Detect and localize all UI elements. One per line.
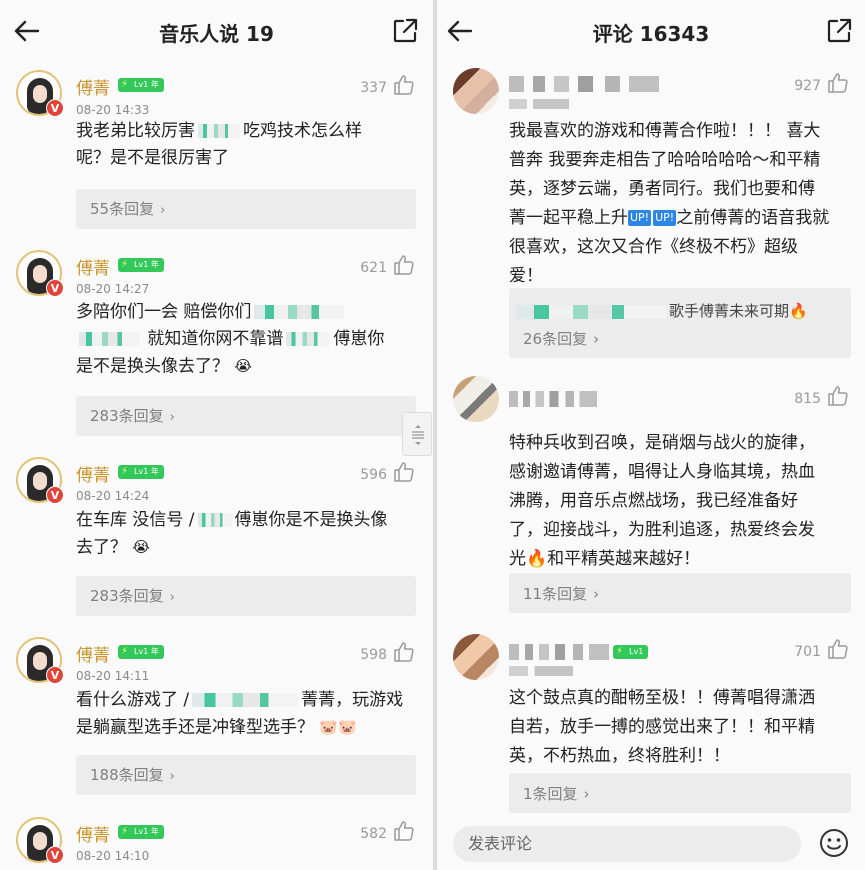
- lightning-icon: ⚡: [121, 259, 129, 270]
- lightning-icon: ⚡: [121, 826, 129, 837]
- like-count: 621: [360, 260, 387, 276]
- username[interactable]: 傅菁: [76, 254, 110, 279]
- comment-text: 我最喜欢的游戏和傅菁合作啦！！！ 喜大 普奔 我要奔走相告了哈哈哈哈哈～和平精 …: [509, 121, 830, 286]
- lightning-icon: ⚡: [616, 646, 624, 657]
- like-count: 337: [360, 80, 387, 96]
- chevron-right-icon: ›: [169, 769, 175, 784]
- avatar[interactable]: [453, 376, 499, 422]
- top-bar: 音乐人说 19: [0, 0, 433, 64]
- username-redacted: [509, 644, 609, 660]
- thumb-up-icon[interactable]: [827, 385, 849, 407]
- reply-count-box[interactable]: 1条回复 ›: [509, 773, 851, 813]
- level-badge: ⚡ Lv1 年: [118, 645, 164, 659]
- like-count: 701: [794, 644, 821, 660]
- username-redacted: [509, 76, 659, 92]
- comment-time: 08-20 14:33: [76, 103, 150, 117]
- comment-time: 08-20 14:24: [76, 489, 150, 503]
- verified-badge: V: [46, 666, 64, 684]
- avatar[interactable]: [453, 634, 499, 680]
- thumb-up-icon[interactable]: [393, 641, 415, 663]
- thumb-up-icon[interactable]: [393, 254, 415, 276]
- chevron-right-icon: ›: [169, 410, 175, 425]
- sub-reply-line: 歌手傅菁未来可期🔥: [513, 300, 808, 321]
- comment-time: 08-20 14:10: [76, 849, 150, 863]
- left-panel: 音乐人说 19 V 傅菁 ⚡ Lv1 年 08-20 14:33 337 我老弟比…: [0, 0, 433, 870]
- reply-count-button[interactable]: 283条回复 ›: [76, 396, 416, 436]
- chevron-right-icon: ›: [169, 590, 175, 605]
- reply-count-button[interactable]: 11条回复 ›: [523, 583, 599, 604]
- top-bar: 评论 16343: [437, 0, 865, 64]
- chevron-right-icon: ›: [593, 330, 600, 348]
- page-title: 评论 16343: [592, 22, 710, 46]
- like-count: 596: [360, 467, 387, 483]
- pig-emoji: 🐷🐷: [319, 718, 357, 736]
- comment-input[interactable]: 发表评论: [453, 826, 801, 862]
- username[interactable]: 傅菁: [76, 821, 110, 846]
- right-panel: 评论 16343 927 我最喜欢的游戏和傅菁合作啦！！！ 喜大 普奔 我要奔走…: [437, 0, 865, 870]
- page-title: 音乐人说 19: [159, 22, 274, 46]
- lightning-icon: ⚡: [121, 466, 129, 477]
- chevron-right-icon: ›: [583, 785, 590, 803]
- share-icon[interactable]: [391, 17, 419, 45]
- verified-badge: V: [46, 99, 64, 117]
- level-badge: ⚡ Lv1 年: [118, 825, 164, 839]
- drag-handle-icon: [412, 425, 424, 445]
- crying-emoji: 😭: [234, 357, 252, 375]
- time-redacted: [509, 99, 569, 109]
- like-count: 582: [360, 826, 387, 842]
- username-redacted: [509, 391, 597, 407]
- level-badge: ⚡ Lv1 年: [118, 258, 164, 272]
- lightning-icon: ⚡: [121, 79, 129, 90]
- comment-text: 看什么游戏了 / 菁菁，玩游戏 是躺赢型选手还是冲锋型选手？ 🐷🐷: [76, 687, 416, 742]
- reply-count-button[interactable]: 188条回复 ›: [76, 755, 416, 795]
- reply-count-button[interactable]: 1条回复 ›: [523, 783, 590, 804]
- thumb-up-icon[interactable]: [393, 461, 415, 483]
- reply-count-button[interactable]: 283条回复 ›: [76, 576, 416, 616]
- crying-emoji: 😭: [132, 538, 150, 556]
- comment-text: 这个鼓点真的酣畅至极！！傅菁唱得潇洒 自若，放手一搏的感觉出来了！！和平精 英，…: [509, 688, 815, 766]
- comment-text: 在车库 没信号 / 傅崽你是不是换头像 去了？ 😭: [76, 507, 416, 562]
- comment-input-bar: 发表评论: [437, 818, 865, 870]
- chevron-right-icon: ›: [160, 203, 166, 218]
- like-count: 927: [794, 78, 821, 94]
- reply-count-box[interactable]: 11条回复 ›: [509, 573, 851, 613]
- username[interactable]: 傅菁: [76, 74, 110, 99]
- scroll-handle[interactable]: [402, 412, 432, 456]
- thumb-up-icon[interactable]: [393, 820, 415, 842]
- comment-text: 特种兵收到召唤，是硝烟与战火的旋律， 感谢邀请傅菁，唱得让人身临其境，热血 沸腾…: [509, 433, 815, 569]
- thumb-up-icon[interactable]: [827, 72, 849, 94]
- comment-time: 08-20 14:11: [76, 669, 150, 683]
- avatar[interactable]: [453, 68, 499, 114]
- up-tag: UP!: [653, 210, 677, 226]
- comment-text: 我老弟比较厉害 吃鸡技术怎么样 呢？是不是很厉害了: [76, 121, 362, 168]
- sub-reply-box[interactable]: 歌手傅菁未来可期🔥 26条回复 ›: [509, 288, 851, 358]
- verified-badge: V: [46, 846, 64, 864]
- up-tag: UP!: [628, 210, 652, 226]
- level-badge: ⚡ Lv1: [613, 645, 649, 659]
- verified-badge: V: [46, 279, 64, 297]
- level-badge: ⚡ Lv1 年: [118, 78, 164, 92]
- level-badge: ⚡ Lv1 年: [118, 465, 164, 479]
- share-icon[interactable]: [825, 17, 853, 45]
- username[interactable]: 傅菁: [76, 461, 110, 486]
- thumb-up-icon[interactable]: [393, 74, 415, 96]
- like-count: 598: [360, 647, 387, 663]
- time-redacted: [509, 666, 573, 676]
- like-count: 815: [794, 391, 821, 407]
- emoji-smile-icon[interactable]: [818, 827, 850, 859]
- thumb-up-icon[interactable]: [827, 638, 849, 660]
- chevron-right-icon: ›: [593, 585, 600, 603]
- comment-text: 多陪你们一会 赔偿你们 就知道你网不靠谱 傅崽你 是不是换头像去了？ 😭: [76, 299, 416, 381]
- fire-emoji: 🔥: [789, 302, 808, 320]
- lightning-icon: ⚡: [121, 646, 129, 657]
- verified-badge: V: [46, 486, 64, 504]
- fire-emoji: 🔥: [526, 549, 548, 569]
- comment-time: 08-20 14:27: [76, 282, 150, 296]
- reply-count-button[interactable]: 55条回复 ›: [76, 189, 416, 229]
- reply-count-button[interactable]: 26条回复 ›: [523, 328, 599, 349]
- username[interactable]: 傅菁: [76, 641, 110, 666]
